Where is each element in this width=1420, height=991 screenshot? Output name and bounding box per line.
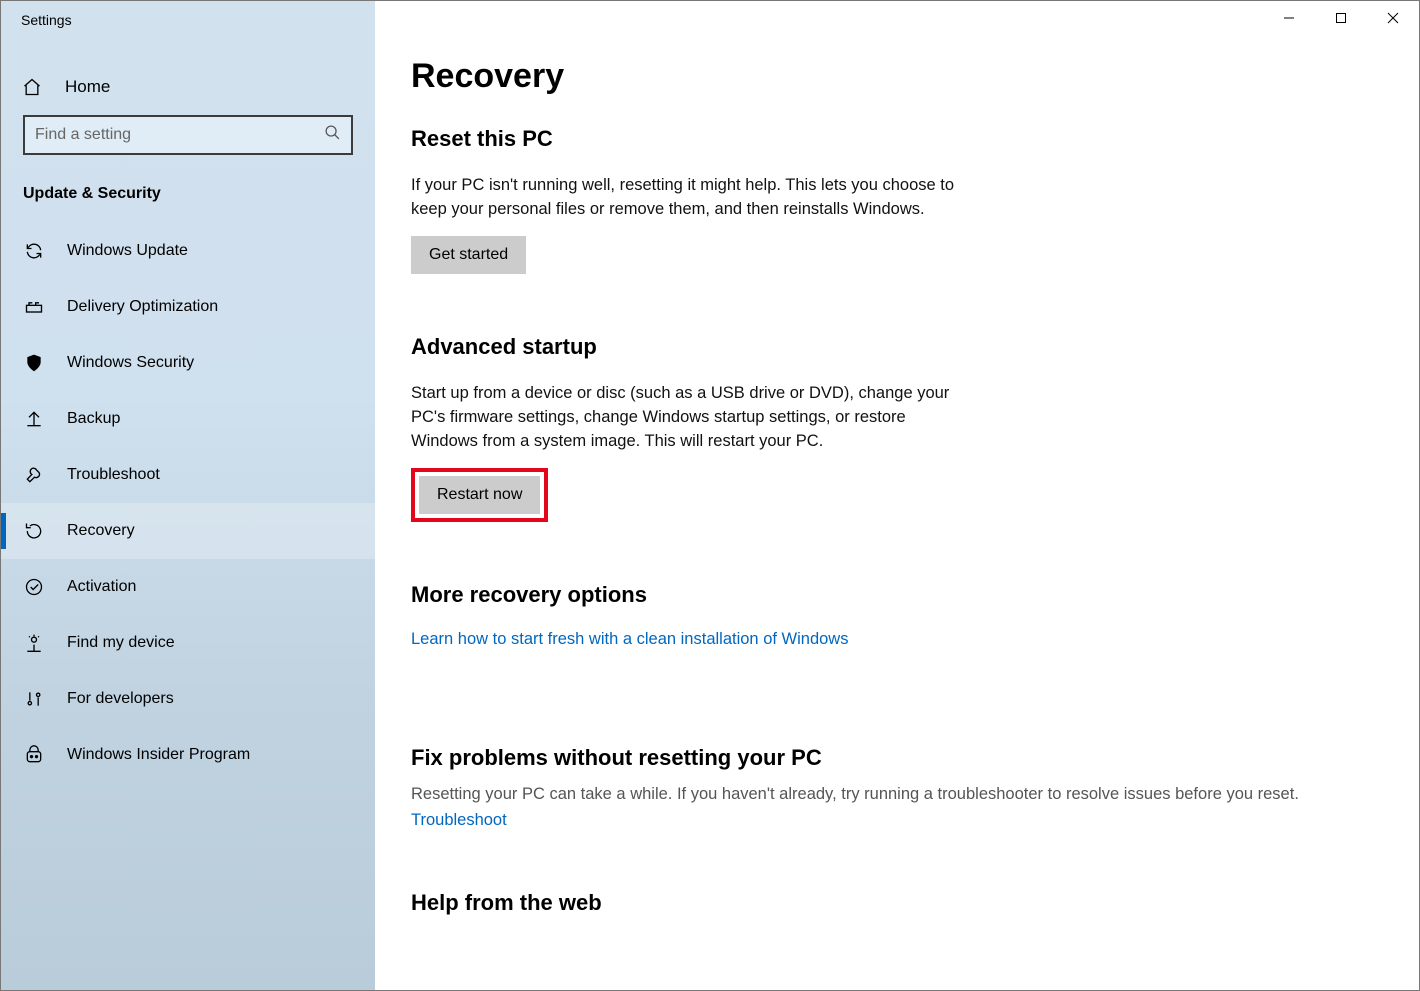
wrench-icon <box>23 465 45 485</box>
page-title: Recovery <box>411 57 1383 96</box>
sidebar-item-label: Find my device <box>45 634 175 652</box>
sidebar-item-windows-security[interactable]: Windows Security <box>1 335 375 391</box>
shield-icon <box>23 353 45 373</box>
sidebar: Settings Home Update & Security Wind <box>1 1 375 990</box>
reset-desc: If your PC isn't running well, resetting… <box>411 174 971 222</box>
sidebar-item-recovery[interactable]: Recovery <box>1 503 375 559</box>
recovery-icon <box>23 521 45 541</box>
window-title: Settings <box>1 12 72 28</box>
location-icon <box>23 633 45 653</box>
sidebar-item-activation[interactable]: Activation <box>1 559 375 615</box>
sidebar-item-find-my-device[interactable]: Find my device <box>1 615 375 671</box>
search-input[interactable] <box>35 126 324 144</box>
home-icon <box>21 77 43 97</box>
backup-icon <box>23 409 45 429</box>
fresh-install-link[interactable]: Learn how to start fresh with a clean in… <box>411 630 848 648</box>
sidebar-item-for-developers[interactable]: For developers <box>1 671 375 727</box>
advanced-heading: Advanced startup <box>411 334 1383 360</box>
main-content: Recovery Reset this PC If your PC isn't … <box>375 1 1419 990</box>
sidebar-item-label: Delivery Optimization <box>45 298 218 316</box>
sidebar-category: Update & Security <box>1 185 375 203</box>
sidebar-item-label: For developers <box>45 690 174 708</box>
sidebar-item-insider[interactable]: Windows Insider Program <box>1 727 375 783</box>
developer-icon <box>23 689 45 709</box>
restart-highlight: Restart now <box>411 468 548 522</box>
more-heading: More recovery options <box>411 582 1383 608</box>
troubleshoot-link[interactable]: Troubleshoot <box>411 811 507 829</box>
reset-heading: Reset this PC <box>411 126 1383 152</box>
search-box[interactable] <box>23 115 353 155</box>
sidebar-home-label: Home <box>43 77 110 97</box>
check-circle-icon <box>23 577 45 597</box>
window-controls <box>1263 1 1419 35</box>
sidebar-item-delivery-optimization[interactable]: Delivery Optimization <box>1 279 375 335</box>
sidebar-item-label: Recovery <box>45 522 135 540</box>
sidebar-item-label: Windows Insider Program <box>45 746 250 764</box>
minimize-button[interactable] <box>1263 1 1315 35</box>
titlebar: Settings <box>1 1 375 39</box>
delivery-icon <box>23 297 45 317</box>
get-started-button[interactable]: Get started <box>411 236 526 274</box>
help-heading: Help from the web <box>411 890 1383 916</box>
close-button[interactable] <box>1367 1 1419 35</box>
sidebar-item-troubleshoot[interactable]: Troubleshoot <box>1 447 375 503</box>
fix-heading: Fix problems without resetting your PC <box>411 745 1383 771</box>
sidebar-home[interactable]: Home <box>1 59 375 115</box>
insider-icon <box>23 745 45 765</box>
sidebar-item-label: Windows Update <box>45 242 188 260</box>
sidebar-item-backup[interactable]: Backup <box>1 391 375 447</box>
search-icon <box>324 124 341 146</box>
sidebar-item-label: Activation <box>45 578 136 596</box>
sidebar-item-label: Backup <box>45 410 120 428</box>
maximize-button[interactable] <box>1315 1 1367 35</box>
fix-desc: Resetting your PC can take a while. If y… <box>411 783 1383 807</box>
sidebar-item-label: Windows Security <box>45 354 194 372</box>
restart-now-button[interactable]: Restart now <box>419 476 540 514</box>
advanced-desc: Start up from a device or disc (such as … <box>411 382 971 454</box>
sidebar-item-windows-update[interactable]: Windows Update <box>1 223 375 279</box>
sidebar-nav: Windows Update Delivery Optimization Win… <box>1 223 375 783</box>
sidebar-item-label: Troubleshoot <box>45 466 160 484</box>
refresh-icon <box>23 241 45 261</box>
